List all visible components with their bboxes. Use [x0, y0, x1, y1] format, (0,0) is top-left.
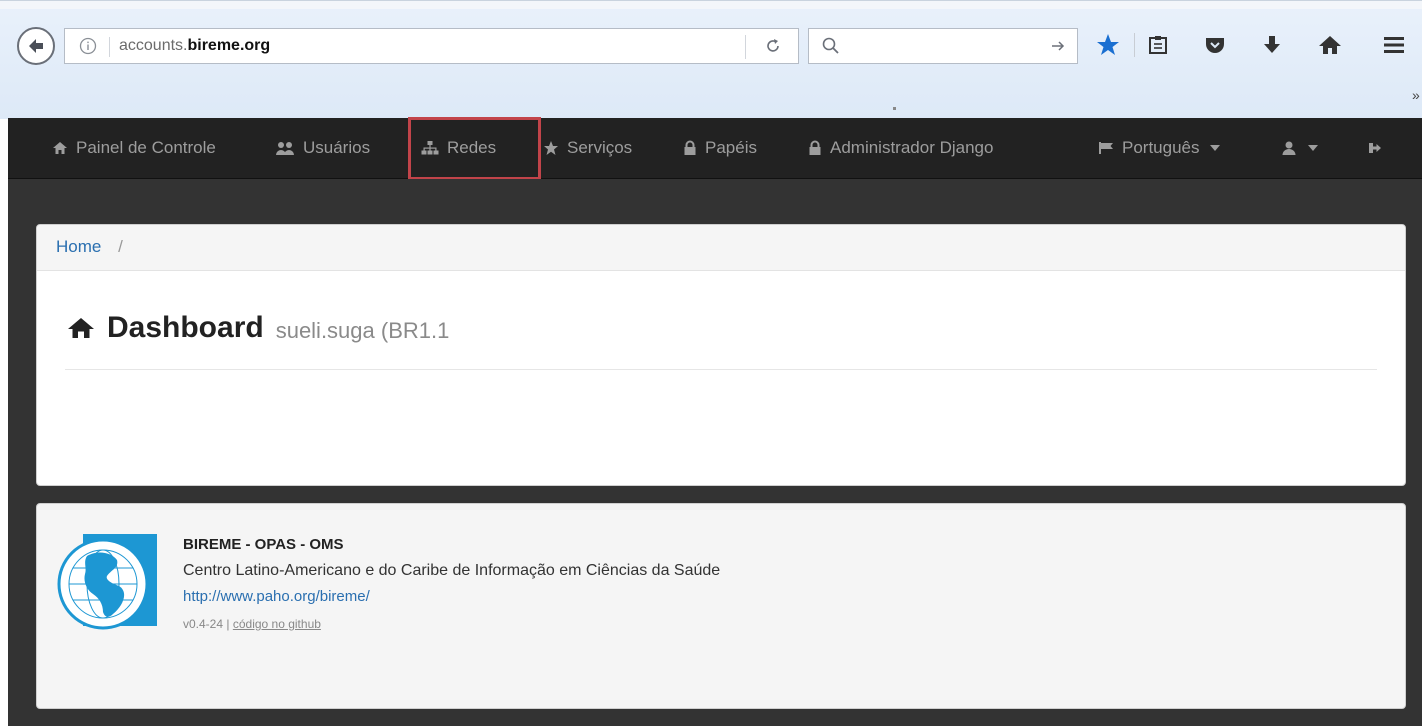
language-label: Português — [1122, 138, 1200, 157]
nav-painel-de-controle[interactable]: Painel de Controle — [52, 118, 216, 178]
nav-label: Administrador Django — [830, 138, 994, 157]
menu-icon[interactable] — [1380, 31, 1408, 59]
footer-website-link[interactable]: http://www.paho.org/bireme/ — [183, 588, 370, 605]
star-icon — [544, 141, 558, 155]
lock-icon — [809, 140, 821, 155]
nav-servicos[interactable]: Serviços — [543, 118, 632, 178]
page-title: Dashboard sueli.suga (BR1.1 — [67, 311, 449, 345]
footer-version-line: v0.4-24 | código no github — [183, 617, 321, 631]
browser-toolbar: accounts.bireme.org » — [0, 0, 1422, 119]
nav-label: Serviços — [567, 138, 633, 157]
back-button[interactable] — [17, 27, 55, 65]
breadcrumb-home-link[interactable]: Home — [56, 237, 101, 256]
address-url[interactable]: accounts.bireme.org — [119, 37, 270, 55]
go-arrow-icon[interactable] — [1049, 37, 1067, 55]
caret-down-icon — [1308, 145, 1318, 151]
nav-usuarios[interactable]: Usuários — [275, 118, 370, 178]
nav-papeis[interactable]: Papéis — [683, 118, 757, 178]
home-icon — [53, 142, 67, 154]
search-input[interactable] — [849, 35, 1033, 59]
lock-icon — [684, 140, 696, 155]
page-subtitle: sueli.suga (BR1.1 — [275, 318, 450, 343]
reload-separator — [745, 35, 746, 59]
nav-label: Usuários — [303, 138, 371, 157]
version-text: v0.4-24 — [183, 617, 224, 631]
site-navbar: Painel de Controle Usuários Redes Serviç… — [8, 118, 1422, 179]
nav-label: Papéis — [705, 138, 757, 157]
bookmarks-overflow-icon[interactable]: » — [1412, 87, 1420, 103]
back-arrow-icon — [29, 39, 43, 53]
logout-button[interactable] — [1368, 118, 1390, 178]
caret-down-icon — [1209, 145, 1220, 151]
footer-org-name: BIREME - OPAS - OMS — [183, 536, 344, 553]
footer-description: Centro Latino-Americano e do Caribe de I… — [183, 562, 721, 579]
github-link[interactable]: código no github — [233, 617, 321, 631]
breadcrumb: Home / — [37, 225, 1405, 271]
nav-administrador-django[interactable]: Administrador Django — [808, 118, 993, 178]
bookmarks-bar-dot — [893, 107, 896, 110]
home-icon — [68, 318, 94, 338]
footer-panel: BIREME - OPAS - OMS Centro Latino-Americ… — [36, 503, 1406, 709]
breadcrumb-separator: / — [118, 237, 123, 256]
language-dropdown[interactable]: Português — [1098, 118, 1220, 178]
dashboard-panel: Home / Dashboard sueli.suga (BR1.1 — [36, 224, 1406, 486]
sign-out-icon — [1369, 143, 1381, 153]
toolbar-separator — [1134, 33, 1135, 57]
user-dropdown[interactable] — [1282, 118, 1318, 178]
url-domain: bireme.org — [187, 37, 271, 54]
version-separator: | — [226, 617, 230, 631]
bireme-logo — [57, 534, 157, 630]
flag-icon — [1099, 142, 1113, 154]
reading-list-icon[interactable] — [1144, 31, 1172, 59]
title-divider — [65, 369, 1377, 370]
info-icon[interactable] — [79, 37, 97, 55]
search-icon — [822, 37, 839, 54]
users-icon — [276, 142, 294, 155]
page-title-text: Dashboard — [107, 311, 264, 344]
bookmark-star-icon[interactable] — [1094, 31, 1122, 59]
home-icon[interactable] — [1316, 31, 1344, 59]
reload-icon[interactable] — [763, 36, 783, 56]
download-icon[interactable] — [1258, 31, 1286, 59]
address-bar[interactable]: accounts.bireme.org — [64, 28, 799, 64]
address-separator — [109, 37, 110, 57]
nav-label: Painel de Controle — [76, 138, 216, 157]
tab-strip — [0, 1, 1422, 9]
search-bar[interactable] — [808, 28, 1078, 64]
pocket-icon[interactable] — [1201, 31, 1229, 59]
user-icon — [1282, 141, 1296, 155]
url-subdomain: accounts. — [119, 37, 188, 54]
redes-highlight-box — [408, 117, 541, 180]
